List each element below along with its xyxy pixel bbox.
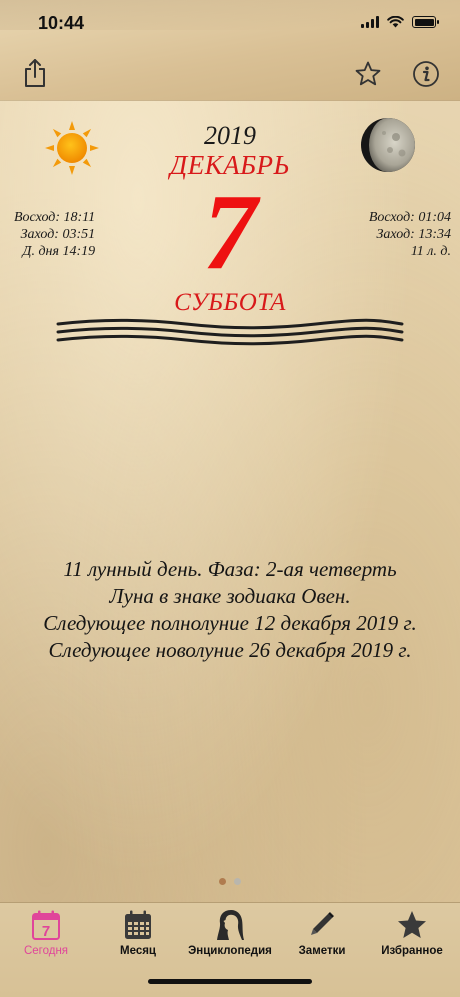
tab-today-label: Сегодня [23, 945, 69, 957]
page-dot-2[interactable] [234, 878, 241, 885]
lunar-day: 11 л. д. [410, 244, 451, 259]
tab-month[interactable]: Месяц [104, 903, 172, 963]
tab-month-label: Месяц [120, 945, 156, 957]
tab-favorites-label: Избранное [381, 945, 443, 957]
moon-zodiac: Луна в знаке зодиака Овен. [109, 584, 351, 608]
page-indicator[interactable] [0, 878, 460, 885]
star-outline-icon [355, 61, 381, 86]
star-icon [398, 911, 426, 938]
woman-profile-icon [217, 910, 244, 940]
lunar-day-phase: 11 лунный день. Фаза: 2-ая четверть [63, 557, 397, 581]
share-icon [25, 59, 45, 87]
battery-icon [412, 16, 439, 28]
next-new-moon: Следующее новолуние 26 декабря 2019 г. [48, 638, 412, 662]
sunrise-time: Восход: 18:11 [14, 210, 96, 225]
moonrise-time: Восход: 01:04 [368, 210, 451, 225]
sun-info: Восход: 18:11 Заход: 03:51 Д. дня 14:19 [14, 209, 95, 260]
page-dot-1[interactable] [219, 878, 226, 885]
home-indicator[interactable] [148, 979, 312, 984]
wifi-icon [387, 16, 404, 28]
wavy-divider [56, 318, 404, 346]
info-button[interactable] [412, 60, 440, 88]
tab-favorites[interactable]: Избранное [372, 903, 452, 963]
pencil-icon [311, 912, 334, 935]
moonset-time: Заход: 13:34 [376, 227, 451, 242]
day-length: Д. дня 14:19 [22, 244, 96, 259]
next-full-moon: Следующее полнолуние 12 декабря 2019 г. [43, 611, 417, 635]
moon-info: Восход: 01:04 Заход: 13:34 11 л. д. [369, 209, 451, 260]
lunar-info: 11 лунный день. Фаза: 2-ая четверть Луна… [0, 556, 460, 664]
year-label: 2019 [204, 121, 256, 150]
share-button[interactable] [22, 58, 48, 88]
tab-today[interactable]: 7 Сегодня [12, 903, 80, 963]
tab-encyclopedia-label: Энциклопедия [188, 945, 272, 957]
tab-notes[interactable]: Заметки [288, 903, 356, 963]
status-icons [361, 16, 439, 28]
weekday-label: СУББОТА [174, 289, 286, 316]
calendar-month-icon [125, 910, 151, 939]
favorite-button[interactable] [354, 60, 382, 88]
status-time: 10:44 [38, 13, 85, 33]
signal-icon [361, 16, 379, 28]
calendar-today-number: 7 [42, 923, 50, 940]
status-bar: 10:44 [0, 0, 460, 50]
tab-encyclopedia[interactable]: Энциклопедия [184, 903, 276, 963]
tab-notes-label: Заметки [298, 945, 346, 957]
calendar-today-icon: 7 [32, 910, 60, 940]
sunset-time: Заход: 03:51 [20, 227, 96, 242]
info-icon [413, 61, 439, 87]
